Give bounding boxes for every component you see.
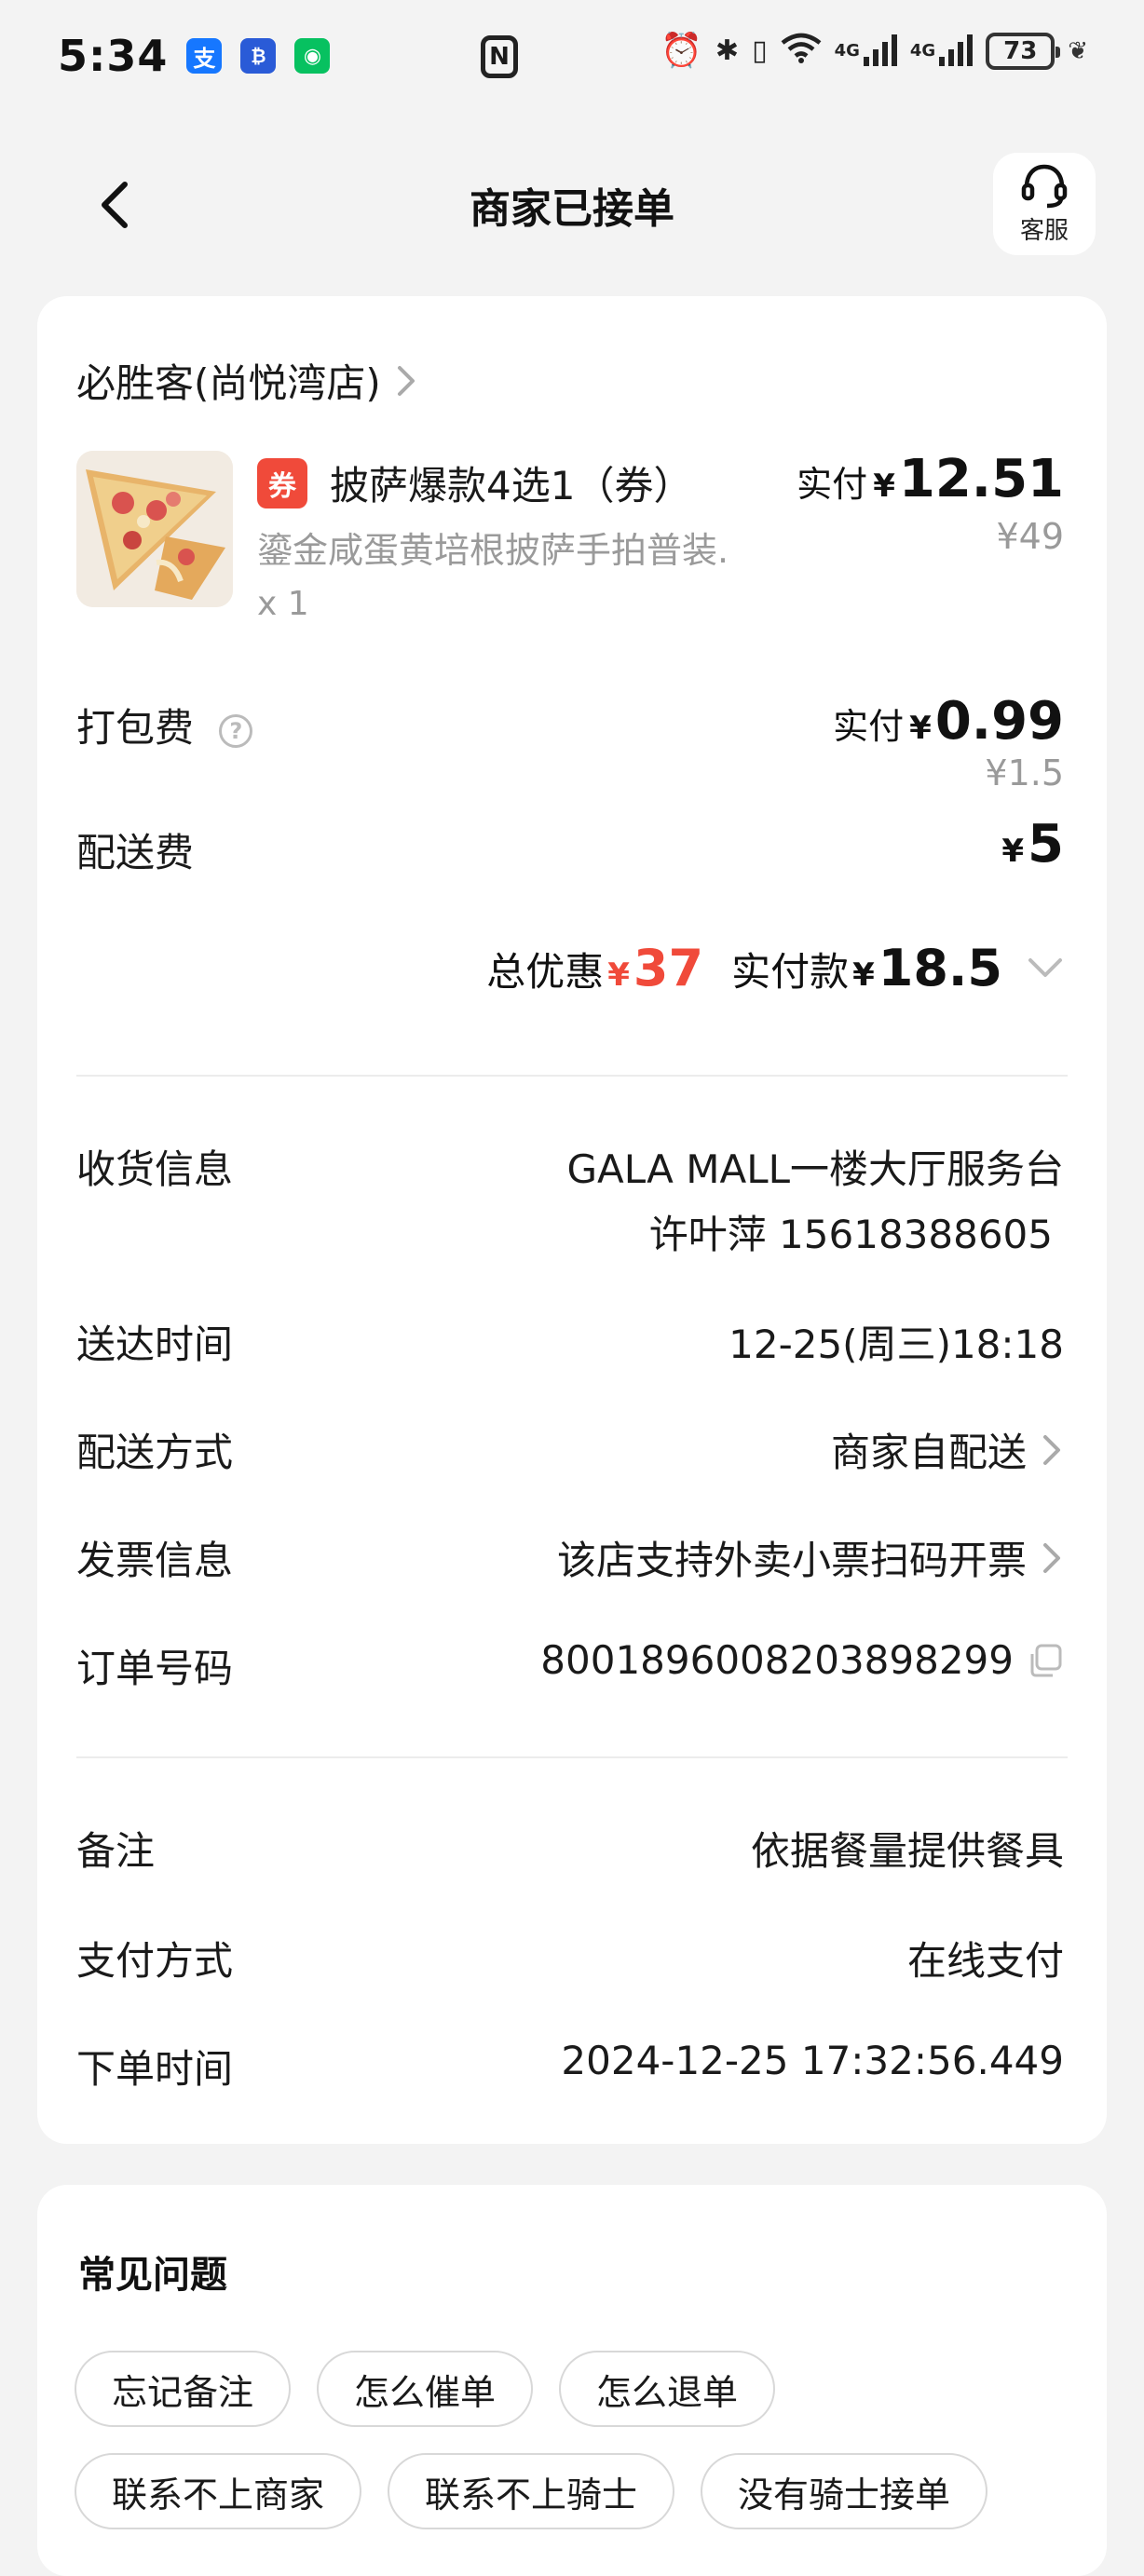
store-name: 必胜客(尚悦湾店) [76, 360, 381, 406]
delivery-method-value: 商家自配送 [830, 1430, 1027, 1475]
chevron-down-icon [1028, 957, 1062, 977]
contact-value: 许叶萍 15618388605 [648, 1212, 1053, 1257]
order-summary[interactable]: 总优惠 ¥ 37 实付款 ¥ 18.5 [486, 939, 1064, 997]
chevron-right-icon [1040, 1431, 1064, 1469]
order-time-label: 下单时间 [76, 2046, 234, 2092]
note-value: 依据餐量提供餐具 [750, 1828, 1064, 1874]
order-time-value: 2024-12-25 17:32:56.449 [561, 2038, 1064, 2083]
help-icon[interactable]: ? [219, 713, 253, 748]
headset-icon [1021, 164, 1068, 208]
currency-symbol: ¥ [1001, 833, 1025, 870]
network-type-1: 4G [834, 41, 860, 61]
faq-chip-cannot-reach-rider[interactable]: 联系不上骑士 [388, 2453, 675, 2529]
invoice-value: 该店支持外卖小票扫码开票 [556, 1538, 1027, 1583]
delivery-method-label: 配送方式 [76, 1430, 234, 1475]
discount-label: 总优惠 [486, 949, 605, 995]
divider [76, 1756, 1068, 1758]
signal-1-icon: 4G [834, 34, 897, 66]
total-paid-label: 实付款 [731, 949, 850, 995]
faq-chip-urge-order[interactable]: 怎么催单 [317, 2351, 534, 2427]
total-paid-amount: 18.5 [878, 939, 1002, 997]
paid-amount: 12.51 [898, 449, 1064, 509]
status-time: 5:34 [58, 31, 169, 81]
wechat-icon: ◉ [294, 38, 331, 74]
delivery-time-label: 送达时间 [76, 1322, 234, 1367]
chevron-left-icon [102, 182, 128, 228]
status-bar: 5:34 支 ₿ ◉ N ⏰ ✱ ▯ 4G 4G 73 ❦ [0, 0, 1144, 112]
leaf-icon: ❦ [1068, 36, 1088, 65]
faq-chip-cannot-reach-merchant[interactable]: 联系不上商家 [75, 2453, 362, 2529]
address-label: 收货信息 [76, 1146, 234, 1192]
copy-icon[interactable] [1027, 1642, 1064, 1679]
product-name[interactable]: 披萨爆款4选1（券） [330, 454, 692, 511]
battery-icon: 73 [986, 32, 1061, 70]
product-description: 鎏金咸蛋黄培根披萨手拍普装. [257, 530, 729, 571]
note-label: 备注 [76, 1828, 156, 1874]
faq-chip-forgot-note[interactable]: 忘记备注 [75, 2351, 292, 2427]
wifi-icon [781, 32, 822, 70]
order-number-value: 8001896008203898299 [540, 1637, 1014, 1683]
payment-method-label: 支付方式 [76, 1938, 234, 1984]
currency-symbol: ¥ [873, 468, 895, 505]
paid-label: 实付 [833, 706, 905, 747]
invoice-link[interactable]: 该店支持外卖小票扫码开票 [557, 1529, 1064, 1586]
faq-chips: 忘记备注 怎么催单 怎么退单 联系不上商家 联系不上骑士 没有骑士接单 [75, 2351, 1081, 2529]
product-image[interactable] [76, 451, 233, 607]
bank-app-icon: ₿ [240, 38, 277, 74]
divider [76, 1075, 1068, 1077]
page-title: 商家已接单 [470, 185, 674, 233]
delivery-fee-value: 5 [1028, 814, 1064, 874]
invoice-label: 发票信息 [76, 1538, 234, 1583]
faq-chip-no-rider[interactable]: 没有骑士接单 [701, 2453, 988, 2529]
product-paid-price: 实付 ¥ 12.51 [797, 449, 1064, 509]
customer-service-button[interactable]: 客服 [993, 153, 1096, 255]
status-right-icons: ⏰ ✱ ▯ 4G 4G 73 ❦ [661, 32, 1088, 70]
vibrate-icon: ▯ [752, 34, 768, 67]
currency-symbol: ¥ [909, 710, 932, 747]
signal-2-icon: 4G [909, 34, 974, 66]
packing-fee-paid: 实付 ¥ 0.99 [833, 691, 1064, 752]
faq-card: 常见问题 忘记备注 怎么催单 怎么退单 联系不上商家 联系不上骑士 没有骑士接单 [37, 2185, 1107, 2576]
paid-label: 实付 [797, 464, 868, 505]
back-button[interactable] [89, 177, 145, 233]
discount-amount: 37 [633, 939, 704, 997]
paid-amount: 0.99 [934, 691, 1064, 752]
customer-service-label: 客服 [1019, 216, 1069, 245]
chevron-right-icon [394, 362, 418, 400]
payment-method-value: 在线支付 [906, 1938, 1064, 1984]
currency-symbol: ¥ [852, 956, 875, 994]
alipay-icon: 支 [186, 38, 223, 74]
delivery-method-link[interactable]: 商家自配送 [831, 1421, 1064, 1478]
chevron-right-icon [1040, 1539, 1064, 1577]
store-link[interactable]: 必胜客(尚悦湾店) [76, 352, 418, 409]
nfc-icon: N [481, 35, 518, 78]
order-number-label: 订单号码 [76, 1646, 234, 1691]
currency-symbol: ¥ [607, 956, 630, 994]
faq-chip-refund[interactable]: 怎么退单 [559, 2351, 776, 2427]
product-quantity: x 1 [257, 585, 309, 623]
coupon-tag: 券 [257, 458, 307, 508]
address-value: GALA MALL一楼大厅服务台 [566, 1146, 1065, 1192]
product-original-price: ¥49 [996, 516, 1064, 557]
network-type-2: 4G [909, 41, 936, 61]
packing-fee-row: 打包费 ? [76, 697, 253, 753]
bluetooth-icon: ✱ [715, 34, 740, 67]
delivery-fee-label: 配送费 [76, 830, 195, 875]
packing-fee-original-price: ¥1.5 [985, 752, 1064, 793]
packing-fee-label: 打包费 [76, 705, 195, 751]
faq-title: 常见问题 [78, 2254, 227, 2297]
delivery-time-value: 12-25(周三)18:18 [729, 1322, 1064, 1367]
order-number-row: 8001896008203898299 [540, 1637, 1064, 1683]
delivery-fee-amount: ¥ 5 [1001, 814, 1064, 874]
order-card: 必胜客(尚悦湾店) 券 披萨爆款4选1（券） 鎏金咸蛋黄培根披萨手拍普装. x … [37, 296, 1107, 2144]
header: 商家已接单 客服 [0, 149, 1144, 261]
status-app-icons: 支 ₿ ◉ [186, 38, 331, 74]
alarm-icon: ⏰ [661, 31, 702, 70]
